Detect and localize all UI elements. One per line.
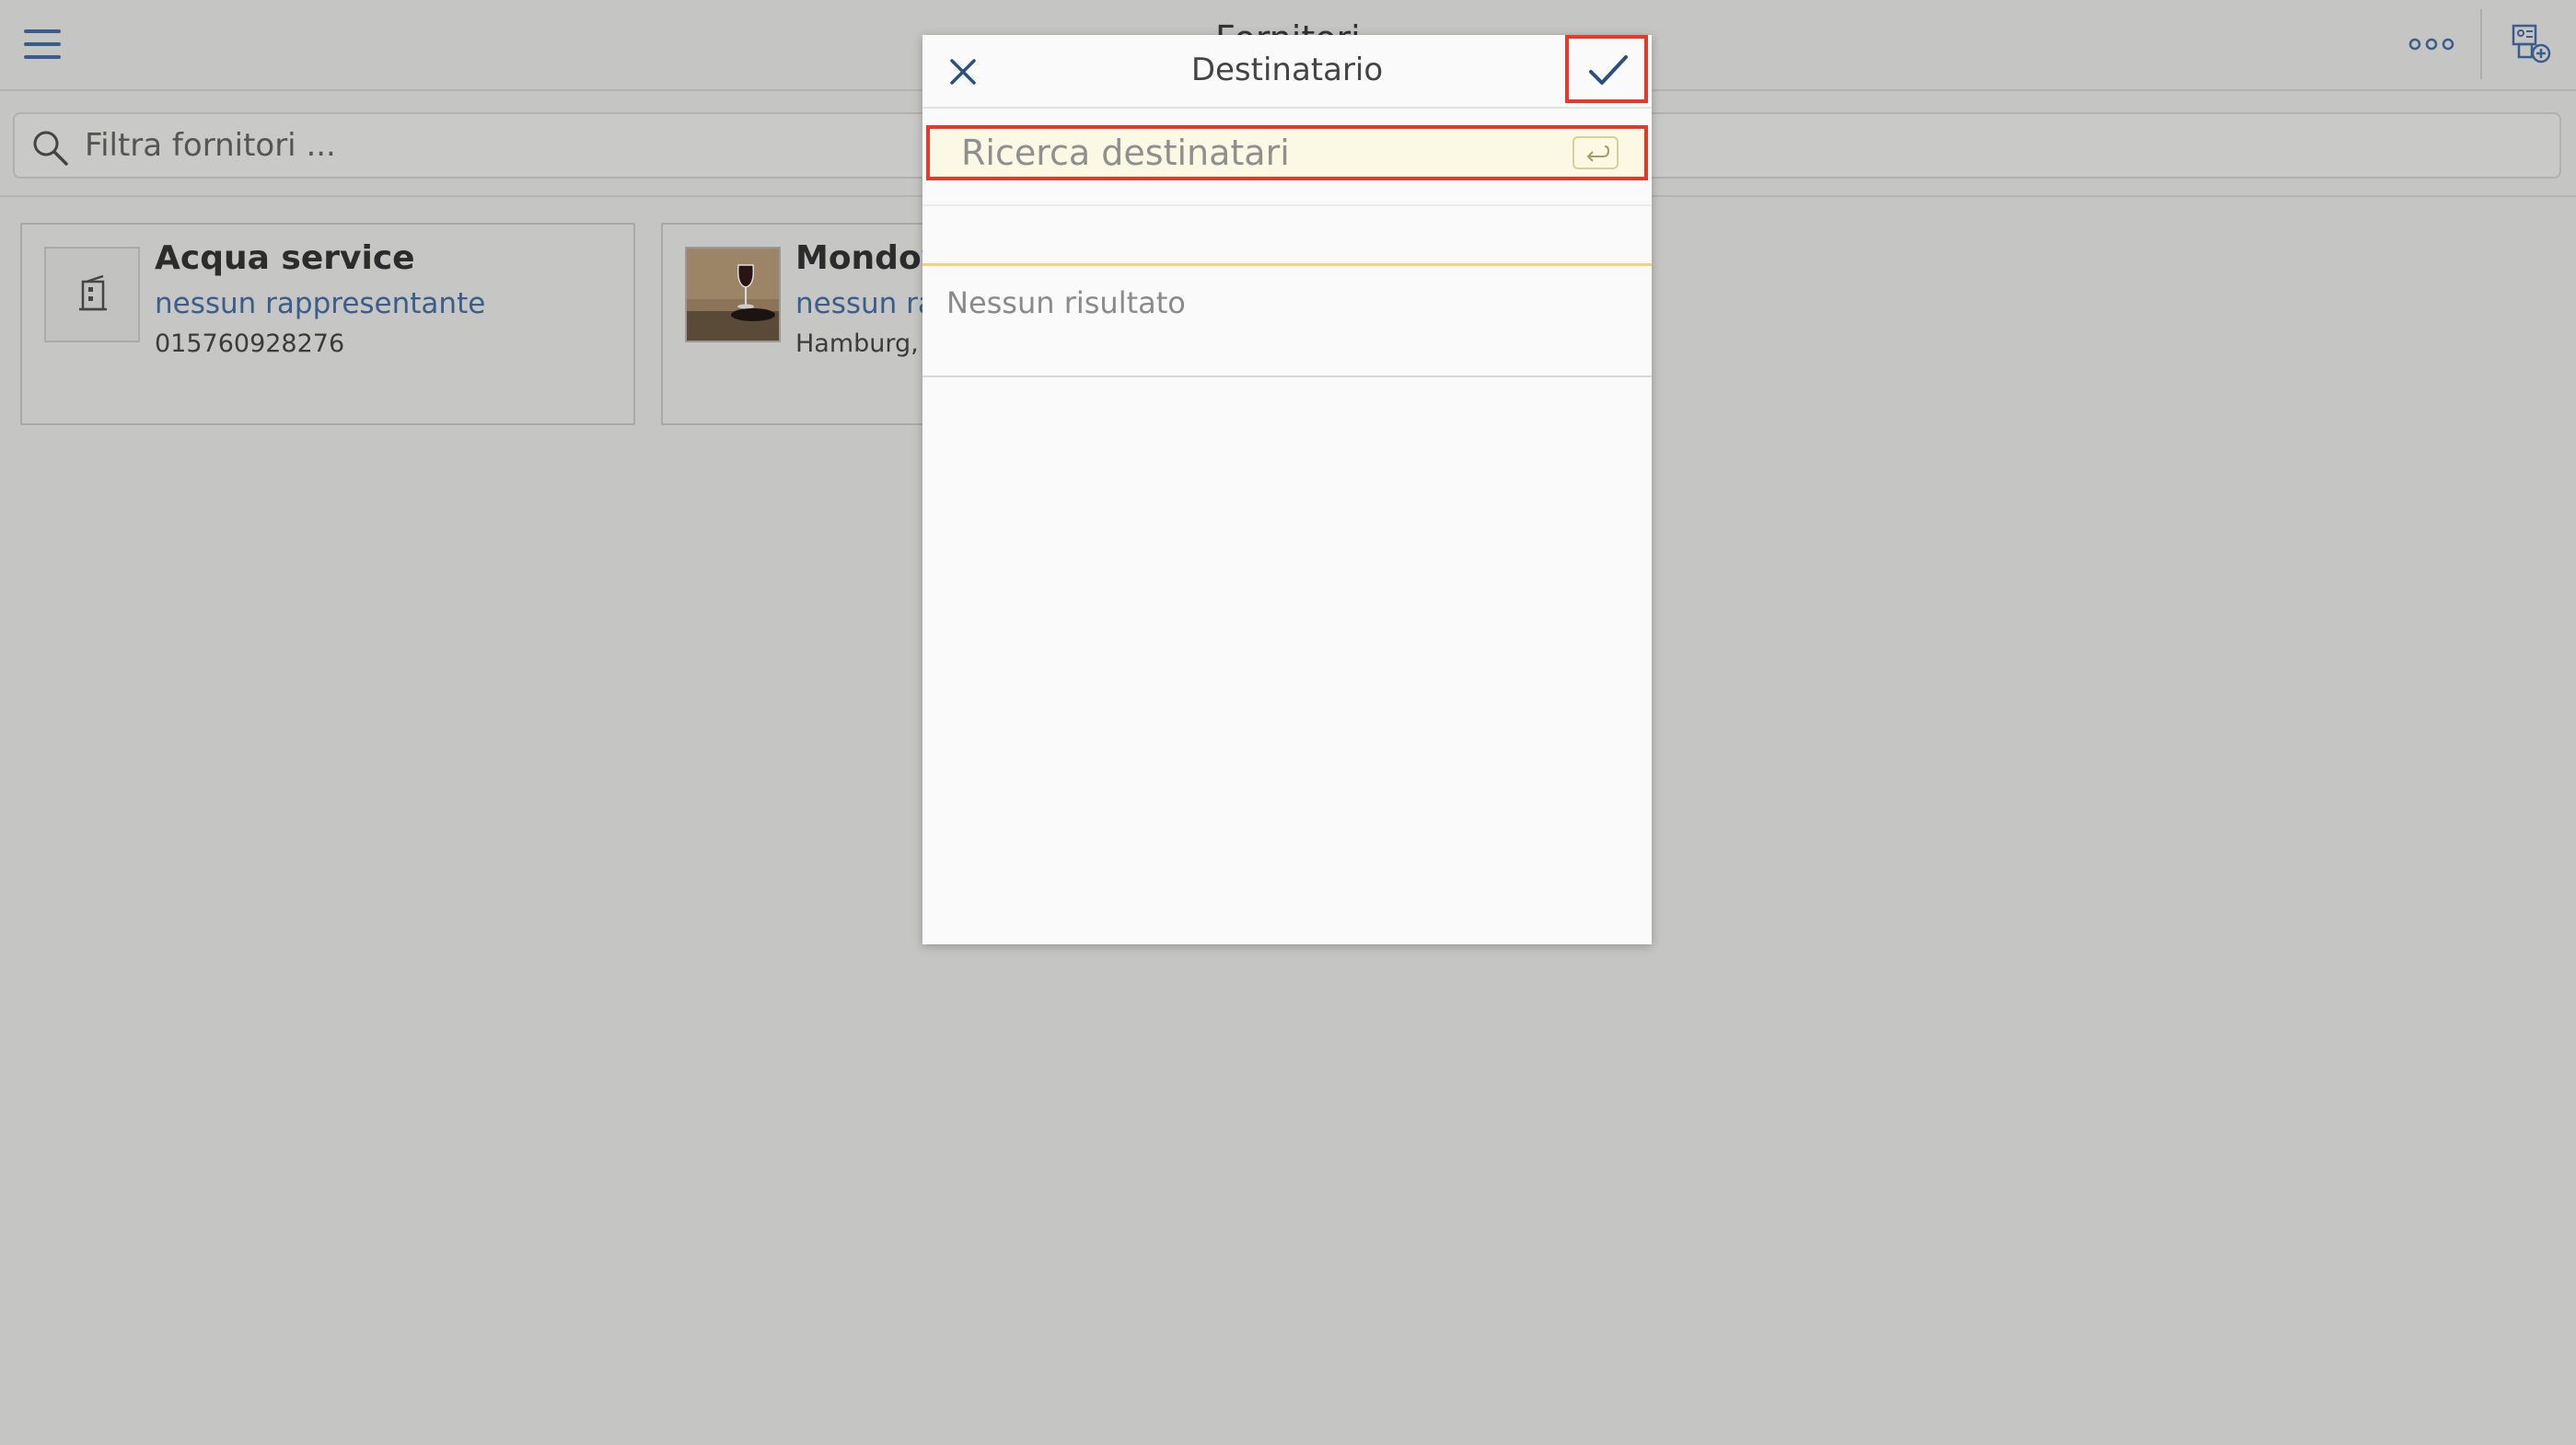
check-icon — [1589, 55, 1628, 85]
supplier-phone: 015760928276 — [155, 329, 345, 358]
supplier-card[interactable]: Acqua service nessun rappresentante 0157… — [20, 223, 635, 425]
more-icon[interactable] — [2408, 35, 2454, 53]
dialog-title: Destinatario — [1190, 52, 1384, 88]
supplier-representative: nessun rappresentante — [155, 287, 486, 320]
dialog-header: Destinatario — [922, 35, 1652, 109]
recipient-dialog: Destinatario Nessun risultato — [922, 35, 1652, 944]
results-top-divider — [922, 263, 1652, 266]
supplier-filter-placeholder: Filtra fornitori ... — [85, 127, 336, 164]
supplier-thumbnail — [44, 247, 140, 342]
supplier-thumbnail — [685, 247, 781, 342]
divider — [922, 376, 1652, 377]
recipient-search-input[interactable] — [930, 129, 1574, 177]
confirm-button[interactable] — [1565, 35, 1648, 103]
supplier-name: Acqua service — [155, 239, 415, 277]
add-contact-icon[interactable] — [2510, 22, 2554, 66]
search-icon — [33, 131, 68, 166]
wine-photo — [687, 249, 779, 341]
enter-icon — [1586, 145, 1610, 162]
recipient-search-box — [926, 125, 1648, 180]
enter-button[interactable] — [1572, 136, 1619, 169]
menu-icon[interactable] — [24, 29, 61, 59]
toolbar-divider — [2480, 9, 2482, 79]
no-results-text: Nessun risultato — [946, 285, 1186, 320]
divider — [922, 204, 1652, 206]
building-icon — [79, 274, 107, 311]
